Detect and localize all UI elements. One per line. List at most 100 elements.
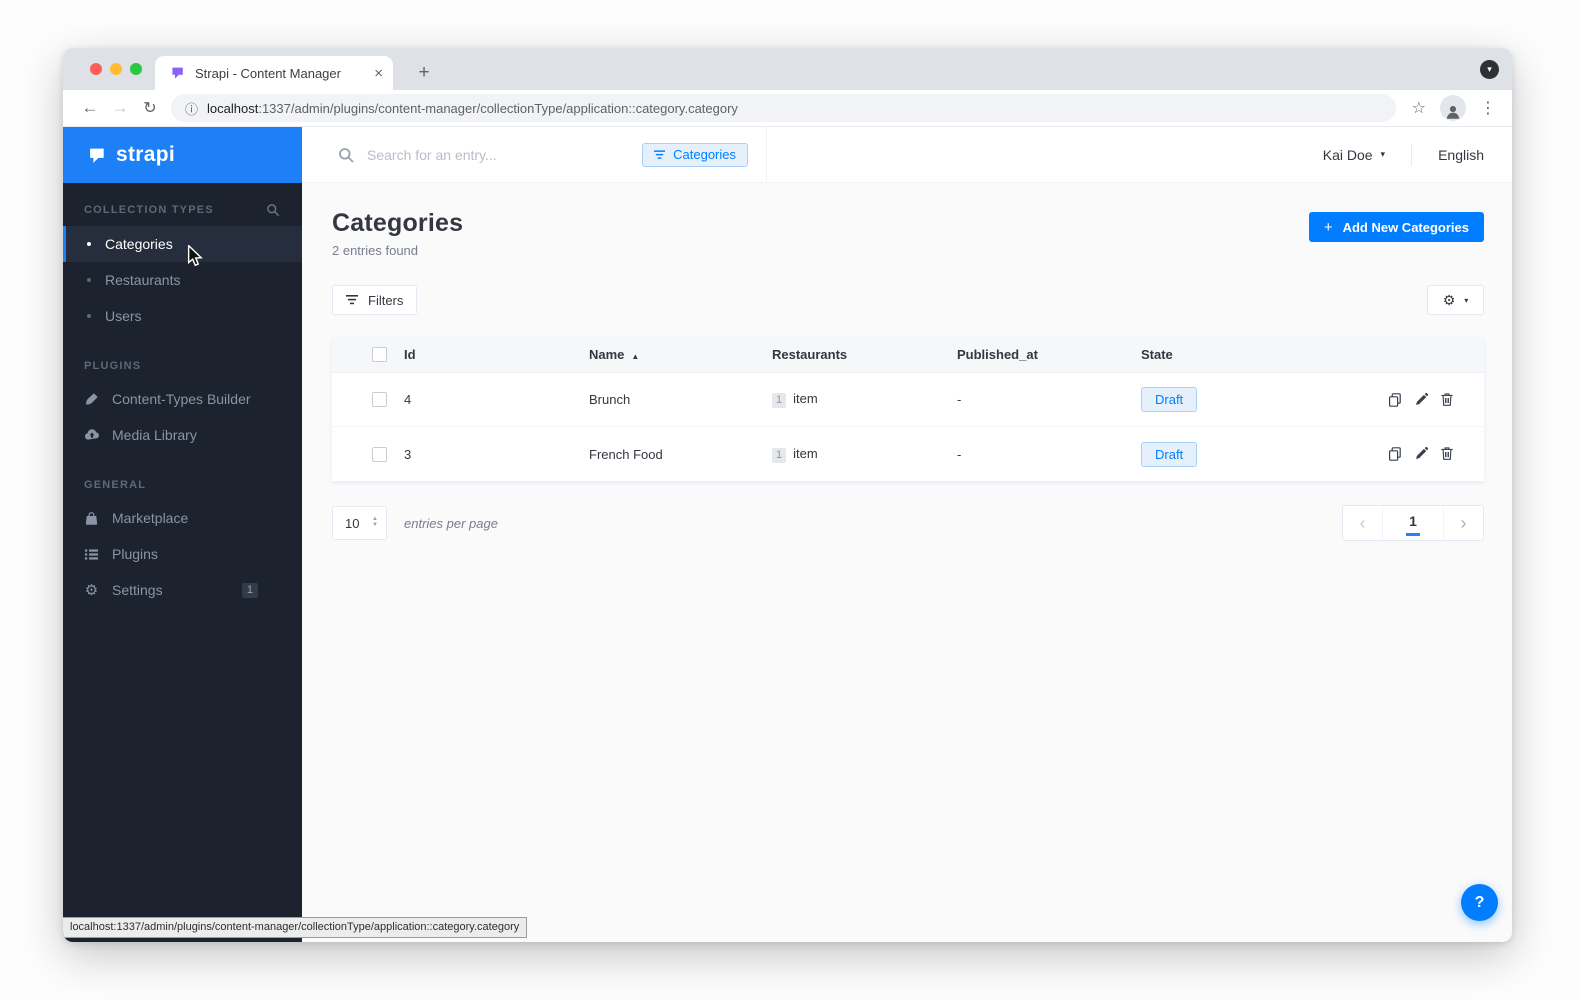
duplicate-icon[interactable]: [1387, 446, 1403, 462]
user-name: Kai Doe: [1322, 146, 1373, 163]
cell-restaurants: 1 item: [772, 391, 957, 408]
row-checkbox-cell: [332, 392, 404, 407]
section-head-plugins: PLUGINS: [63, 360, 302, 381]
settings-badge: 1: [241, 582, 258, 598]
filter-icon: [654, 149, 666, 159]
section-head-general: GENERAL: [63, 479, 302, 500]
stepper-icon: ▲ ▼: [372, 517, 378, 528]
forward-icon[interactable]: →: [105, 93, 135, 123]
prev-page-button[interactable]: ‹: [1343, 506, 1383, 540]
cell-published-at: -: [957, 446, 962, 462]
header-right: Kai Doe ▾ English: [1323, 143, 1512, 166]
per-page-select[interactable]: 10 ▲ ▼: [332, 506, 387, 540]
minimize-window-button[interactable]: [110, 63, 122, 75]
sidebar-item-label: Content-Types Builder: [112, 391, 251, 407]
tab-search-button[interactable]: ▾: [1480, 60, 1499, 79]
cell-restaurants: 1 item: [772, 446, 957, 463]
filters-button[interactable]: Filters: [332, 285, 418, 315]
sidebar-item-categories[interactable]: Categories: [63, 226, 302, 262]
language-selector[interactable]: English: [1438, 147, 1484, 163]
section-label: COLLECTION TYPES: [84, 204, 214, 216]
bullet-icon: [87, 242, 91, 246]
sidebar-item-content-types-builder[interactable]: Content-Types Builder: [63, 381, 302, 417]
tab-close-icon[interactable]: ×: [374, 66, 383, 81]
row-checkbox[interactable]: [372, 392, 387, 407]
count-badge: 1: [772, 393, 787, 408]
current-page[interactable]: 1: [1383, 506, 1443, 540]
close-window-button[interactable]: [90, 63, 102, 75]
zoom-window-button[interactable]: [130, 63, 142, 75]
main-area: Categories Kai Doe ▾ English Categorie: [302, 127, 1512, 942]
count-unit: item: [793, 445, 818, 461]
cloud-upload-icon: [83, 427, 100, 443]
sidebar-item-label: Restaurants: [105, 272, 181, 288]
duplicate-icon[interactable]: [1387, 392, 1403, 408]
table-row[interactable]: 3 French Food 1 item - Draft: [332, 427, 1484, 481]
sidebar-item-plugins[interactable]: Plugins: [63, 536, 302, 572]
column-header-id[interactable]: Id: [404, 347, 589, 362]
edit-pencil-icon[interactable]: [1414, 392, 1429, 407]
section-collection-types: COLLECTION TYPES Categories Restaurants: [63, 203, 302, 334]
browser-profile-avatar[interactable]: [1440, 95, 1466, 121]
window-controls: [90, 63, 142, 75]
sidebar-item-label: Users: [105, 308, 142, 324]
title-block: Categories 2 entries found: [332, 209, 463, 258]
browser-menu-icon[interactable]: ⋮: [1480, 98, 1496, 118]
sort-asc-icon: ▲: [631, 351, 640, 361]
sidebar-item-media-library[interactable]: Media Library: [63, 417, 302, 453]
search-icon: [339, 147, 354, 162]
user-menu[interactable]: Kai Doe ▾: [1323, 147, 1385, 163]
delete-trash-icon[interactable]: [1440, 446, 1454, 461]
sidebar-item-label: Media Library: [112, 427, 197, 443]
column-header-restaurants[interactable]: Restaurants: [772, 347, 957, 362]
header-vertical-divider: [1411, 143, 1413, 166]
new-tab-button[interactable]: +: [407, 56, 441, 90]
sidebar-item-marketplace[interactable]: Marketplace: [63, 500, 302, 536]
sidebar-item-label: Categories: [105, 236, 173, 252]
table-header-row: Id Name ▲ Restaurants Published_at State: [332, 336, 1484, 373]
per-page-label: entries per page: [404, 515, 498, 531]
strapi-logo-icon: [90, 148, 104, 163]
cell-state: Draft: [1141, 387, 1356, 412]
controls-row: Filters ⚙ ▾: [332, 285, 1484, 315]
chevron-down-icon: ▾: [1464, 295, 1469, 305]
status-url-tooltip: localhost:1337/admin/plugins/content-man…: [63, 917, 528, 938]
row-checkbox[interactable]: [372, 446, 387, 462]
reload-icon[interactable]: ↻: [135, 93, 165, 123]
strapi-logo-text: strapi: [116, 143, 175, 166]
cell-name: French Food: [589, 446, 663, 462]
sidebar-item-settings[interactable]: ⚙ Settings 1: [63, 572, 302, 608]
column-header-state[interactable]: State: [1141, 347, 1356, 362]
url-bar[interactable]: ⓘ localhost:1337/admin/plugins/content-m…: [171, 94, 1396, 122]
strapi-logo[interactable]: strapi: [63, 127, 302, 183]
search-icon[interactable]: [266, 203, 280, 217]
sidebar-item-users[interactable]: Users: [63, 298, 302, 334]
pagination: ‹ 1 ›: [1342, 505, 1484, 541]
sidebar-item-restaurants[interactable]: Restaurants: [63, 262, 302, 298]
column-header-published-at[interactable]: Published_at: [957, 347, 1141, 362]
chevron-down-icon: ▾: [1380, 149, 1386, 159]
search-input[interactable]: [367, 146, 643, 163]
edit-pencil-icon[interactable]: [1414, 446, 1429, 461]
collection-filter-chip[interactable]: Categories: [642, 142, 748, 167]
column-header-name[interactable]: Name ▲: [589, 347, 772, 362]
sidebar-item-label: Plugins: [112, 546, 158, 562]
sidebar: strapi COLLECTION TYPES Categories Resta…: [63, 127, 302, 942]
stepper-down-icon[interactable]: ▼: [372, 522, 378, 527]
table-settings-button[interactable]: ⚙ ▾: [1427, 285, 1484, 315]
select-all-checkbox[interactable]: [372, 346, 387, 362]
page-info-icon[interactable]: ⓘ: [185, 99, 198, 118]
next-page-button[interactable]: ›: [1443, 506, 1483, 540]
back-icon[interactable]: ←: [75, 93, 105, 123]
browser-toolbar: ← → ↻ ⓘ localhost:1337/admin/plugins/con…: [63, 90, 1512, 127]
url-path: :1337/admin/plugins/content-manager/coll…: [258, 100, 738, 116]
gear-icon: ⚙: [1442, 292, 1456, 308]
sidebar-item-label: Settings: [112, 582, 163, 598]
add-new-categories-button[interactable]: + Add New Categories: [1308, 212, 1484, 242]
sidebar-item-label: Marketplace: [112, 510, 189, 526]
bookmark-star-icon[interactable]: ☆: [1412, 98, 1426, 118]
table-row[interactable]: 4 Brunch 1 item - Draft: [332, 373, 1484, 427]
browser-tab[interactable]: Strapi - Content Manager ×: [155, 56, 393, 90]
delete-trash-icon[interactable]: [1440, 392, 1454, 407]
help-button[interactable]: ?: [1461, 884, 1498, 921]
